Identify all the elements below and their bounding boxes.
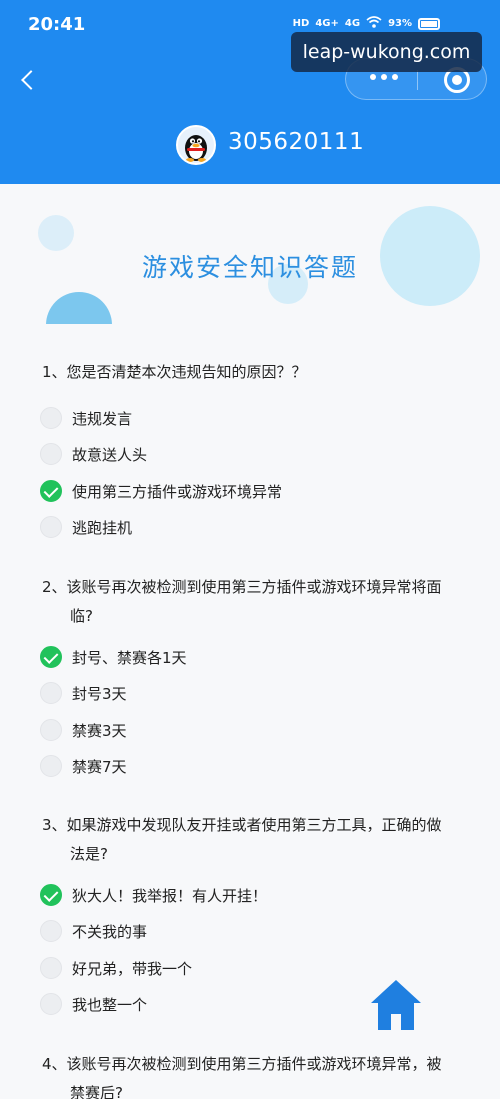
option-label: 狄大人！我举报！有人开挂！ [72,886,268,905]
radio-button[interactable] [40,755,62,777]
capsule-divider [417,70,418,90]
option-label: 故意送人头 [72,445,148,464]
question-text-line2: 禁赛后? [70,1084,123,1099]
decor-bubble [46,292,112,324]
option-label: 禁赛7天 [72,757,127,776]
question-text: 4、该账号再次被检测到使用第三方插件或游戏环境异常，被 [42,1055,442,1073]
option[interactable]: 使用第三方插件或游戏环境异常 [40,478,282,504]
question-3: 3、如果游戏中发现队友开挂或者使用第三方工具，正确的做 法是? [42,811,472,869]
more-icon[interactable] [370,74,398,80]
option[interactable]: 不关我的事 [40,918,147,944]
option[interactable]: 禁赛3天 [40,717,127,743]
signal-4g-label: 4G [344,18,361,29]
battery-percent: 93% [388,18,412,29]
option-label: 好兄弟，带我一个 [72,959,193,978]
option[interactable]: 逃跑挂机 [40,514,132,540]
option[interactable]: 故意送人头 [40,441,147,467]
radio-button[interactable] [40,443,62,465]
radio-checked-icon[interactable] [40,480,62,502]
question-text: 2、该账号再次被检测到使用第三方插件或游戏环境异常将面 [42,578,442,596]
home-button[interactable] [368,976,424,1034]
option[interactable]: 狄大人！我举报！有人开挂！ [40,882,267,908]
option-label: 我也整一个 [72,995,148,1014]
status-time: 20:41 [28,14,86,35]
avatar [176,125,216,165]
radio-button[interactable] [40,920,62,942]
back-button[interactable] [14,62,44,98]
radio-button[interactable] [40,957,62,979]
question-4: 4、该账号再次被检测到使用第三方插件或游戏环境异常，被 禁赛后? [42,1050,472,1099]
option-label: 不关我的事 [72,922,148,941]
question-1: 1、您是否清楚本次违规告知的原因？？ [42,358,472,387]
option[interactable]: 禁赛7天 [40,753,127,779]
option-label: 封号3天 [72,684,127,703]
option[interactable]: 我也整一个 [40,991,147,1017]
radio-checked-icon[interactable] [40,646,62,668]
wifi-icon [366,16,382,31]
radio-checked-icon[interactable] [40,884,62,906]
battery-icon [418,17,440,30]
question-text-line2: 法是? [70,845,108,863]
radio-button[interactable] [40,993,62,1015]
watermark: leap-wukong.com [291,32,482,72]
option-label: 逃跑挂机 [72,518,133,537]
question-text: 1、您是否清楚本次违规告知的原因？？ [42,363,307,381]
radio-button[interactable] [40,516,62,538]
question-text-line2: 临? [70,607,93,625]
home-icon [371,980,421,1030]
signal-4gplus-label: 4G+ [315,18,339,29]
page-title: 游戏安全知识答题 [141,253,358,282]
penguin-icon [185,135,207,162]
hd-label: HD [292,18,310,29]
option[interactable]: 违规发言 [40,405,132,431]
option[interactable]: 封号3天 [40,680,127,706]
question-text: 3、如果游戏中发现队友开挂或者使用第三方工具，正确的做 [42,816,442,834]
account-number: 305620111 [228,129,365,155]
option[interactable]: 封号、禁赛各1天 [40,644,187,670]
option-label: 违规发言 [72,409,133,428]
question-2: 2、该账号再次被检测到使用第三方插件或游戏环境异常将面 临? [42,573,472,631]
option-label: 封号、禁赛各1天 [72,648,187,667]
status-icons: HD 4G+ 4G 93% [293,16,440,31]
option-label: 禁赛3天 [72,721,127,740]
option[interactable]: 好兄弟，带我一个 [40,955,192,981]
radio-button[interactable] [40,719,62,741]
option-label: 使用第三方插件或游戏环境异常 [72,482,283,501]
header-bar: 20:41 HD 4G+ 4G 93% 305620111 [0,0,500,184]
decor-bubble [38,215,74,251]
radio-button[interactable] [40,407,62,429]
radio-button[interactable] [40,682,62,704]
